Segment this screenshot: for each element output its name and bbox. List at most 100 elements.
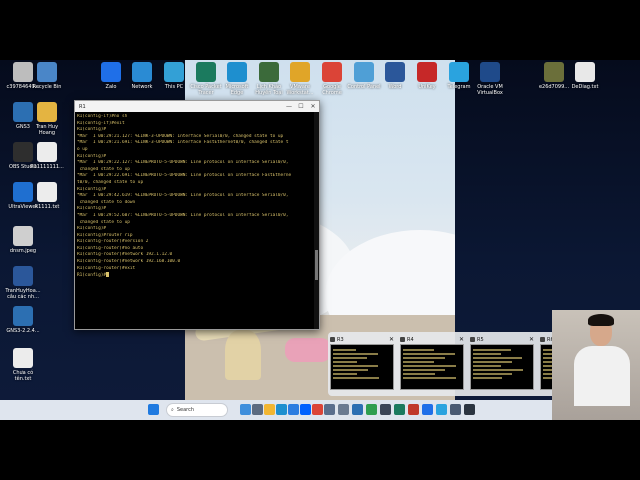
preview-text-line [473, 365, 502, 367]
preview-text-line [473, 353, 501, 355]
taskbar: ⌕ Search ⌃ ENG US [0, 400, 640, 420]
terminal-line: R1(config-router)#exit [77, 265, 136, 271]
vmware-icon [290, 62, 310, 82]
terminal-icon [400, 337, 405, 342]
obs-icon[interactable] [408, 404, 419, 415]
terminal-line: *Mar 1 00:29:42.619: %LINEPROTO-5-UPDOWN… [77, 193, 289, 199]
preview-text-line [473, 377, 502, 379]
text-file-icon [575, 62, 595, 82]
preview-text-line [333, 377, 379, 379]
terminal-line: R1(config)# [77, 272, 313, 280]
preview-text-line [473, 357, 523, 359]
desktop-icon[interactable]: Chưa có tên.txt [0, 348, 46, 382]
terminal-line: *Mar 1 00:29:21.127: %LINK-3-UPDOWN: Int… [77, 133, 284, 139]
packet-tracer-icon[interactable] [394, 404, 405, 415]
window-preview-r3[interactable]: R3 ✕ [330, 335, 394, 393]
preview-text-line [403, 369, 446, 371]
scrollbar-thumb[interactable] [315, 250, 318, 280]
window-title: R1 [79, 103, 86, 110]
terminal-scrollbar[interactable] [314, 112, 319, 329]
edge-icon[interactable] [276, 404, 287, 415]
desktop-icon-label: Oracle VM VirtualBox [477, 84, 503, 96]
terminal-titlebar[interactable]: R1 — ☐ ✕ [75, 101, 319, 112]
task-view-icon[interactable] [252, 404, 263, 415]
preview-text-line [403, 357, 445, 359]
preview-text-line [333, 357, 368, 359]
file-explorer-icon[interactable] [264, 404, 275, 415]
terminal-line: *Mar 1 00:29:22.691: %LINEPROTO-5-UPDOWN… [77, 173, 292, 179]
telegram-icon[interactable] [436, 404, 447, 415]
window-preview-r5[interactable]: R5 ✕ [470, 335, 534, 393]
close-icon[interactable]: ✕ [307, 103, 319, 110]
preview-text-line [403, 373, 435, 375]
preview-text-line [403, 377, 457, 379]
close-icon[interactable]: ✕ [459, 336, 464, 343]
window-preview-r4[interactable]: R4 ✕ [400, 335, 464, 393]
desktop-icon[interactable]: GNS3-2.2.4... [0, 306, 46, 334]
presenter-hair [588, 314, 614, 326]
dropbox-icon[interactable] [300, 404, 311, 415]
desktop-icon[interactable]: DeDiag.txt [562, 62, 608, 90]
telegram-icon [449, 62, 469, 82]
preview-title: R4 [407, 336, 414, 343]
desktop-icon[interactable]: TranHuyHoa... câu các nh... [0, 266, 46, 300]
edge-icon [227, 62, 247, 82]
preview-text-line [333, 373, 358, 375]
desktop-icon-label: Chưa có tên.txt [12, 370, 34, 382]
preview-title: R5 [477, 336, 484, 343]
terminal-line: *Mar 1 00:29:21.691: %LINK-3-UPDOWN: Int… [77, 140, 289, 146]
chrome-icon[interactable] [312, 404, 323, 415]
desktop-icon-label: Tran Huy Hoang [35, 124, 59, 136]
desktop-icon[interactable]: Tran Huy Hoang [24, 102, 70, 136]
app-icon[interactable] [450, 404, 461, 415]
vmware-icon[interactable] [324, 404, 335, 415]
chrome-alt-icon[interactable] [366, 404, 377, 415]
search-icon: ⌕ [171, 407, 174, 413]
cisco-packet-tracer-icon [196, 62, 216, 82]
close-icon[interactable]: ✕ [529, 336, 534, 343]
maximize-icon[interactable]: ☐ [295, 103, 307, 110]
preview-text-line [473, 369, 523, 371]
terminal-window[interactable]: R1 — ☐ ✕ R1(config-if)#no sh R1(config-if… [74, 100, 320, 330]
desktop-icon[interactable]: R1111.txt [24, 182, 70, 210]
image-file-icon [13, 226, 33, 246]
taskbar-search[interactable]: ⌕ Search [166, 403, 228, 417]
desktop-icon[interactable]: R11111111... [24, 142, 70, 170]
terminal-line: R1(config)# [77, 186, 107, 192]
start-icon[interactable] [148, 404, 159, 415]
settings-icon[interactable] [338, 404, 349, 415]
terminal-line: changed state to up [77, 166, 130, 172]
minimize-icon[interactable]: — [283, 103, 295, 110]
webcam-overlay [552, 310, 640, 420]
close-icon[interactable]: ✕ [389, 336, 394, 343]
desktop-icon[interactable]: dnsm.jpeg [0, 226, 46, 254]
zalo-icon [101, 62, 121, 82]
preview-text-line [473, 373, 513, 375]
terminal-line: *Mar 1 00:29:52.607: %LINEPROTO-5-UPDOWN… [77, 212, 289, 218]
recycle-bin-icon [37, 62, 57, 82]
desktop-icon-label: dnsm.jpeg [9, 248, 37, 254]
chrome-icon [322, 62, 342, 82]
zalo-icon[interactable] [422, 404, 433, 415]
security-icon[interactable] [288, 404, 299, 415]
preview-text-line [403, 349, 434, 351]
desktop-icon[interactable]: Recycle Bin [24, 62, 70, 90]
terminal-line: R1(config-router)#no auto [77, 245, 144, 251]
terminal-icon[interactable] [380, 404, 391, 415]
text-file-icon [37, 182, 57, 202]
preview-text-line [403, 365, 456, 367]
calendar-icon [259, 62, 279, 82]
gns3-icon[interactable] [352, 404, 363, 415]
preview-header: R4 ✕ [400, 335, 464, 344]
widgets-icon[interactable] [240, 404, 251, 415]
terminal-line: R1(config-if)#exit [77, 120, 125, 126]
desktop-icon-label: R11111111... [30, 164, 64, 170]
terminal-output[interactable]: R1(config-if)#no sh R1(config-if)#exit R1(… [75, 112, 319, 329]
preview-header: R3 ✕ [330, 335, 394, 344]
virtualbox-icon [480, 62, 500, 82]
presenter-shirt [574, 346, 630, 406]
desktop-icon[interactable]: Oracle VM VirtualBox [467, 62, 513, 96]
desktop-icon-label: Recycle Bin [32, 84, 62, 90]
terminal-alt-icon[interactable] [464, 404, 475, 415]
text-file-icon [13, 348, 33, 368]
